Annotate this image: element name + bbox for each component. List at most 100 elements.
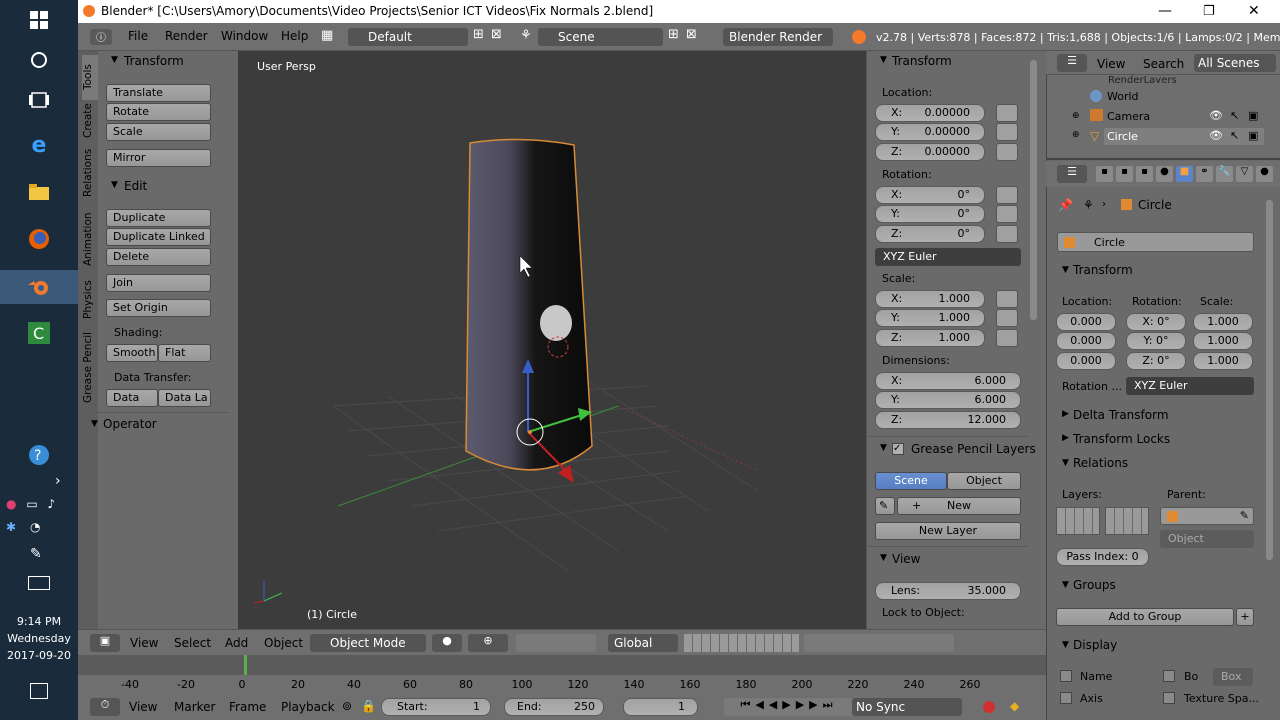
- transform-panel-title[interactable]: Transform: [124, 54, 184, 68]
- tray-flag-icon[interactable]: ●: [6, 497, 16, 511]
- timeline-frame-menu[interactable]: Frame: [229, 700, 266, 714]
- smooth-button[interactable]: Smooth: [106, 344, 158, 362]
- name-checkbox[interactable]: [1060, 670, 1072, 682]
- rotate-button[interactable]: Rotate: [106, 103, 211, 121]
- tab-create[interactable]: Create: [82, 100, 98, 142]
- obj-rotation-mode-select[interactable]: XYZ Euler: [1126, 377, 1254, 395]
- transform-locks-title[interactable]: Transform Locks: [1073, 432, 1170, 446]
- menu-window[interactable]: Window: [221, 29, 268, 43]
- scale-x-field[interactable]: X: 1.000: [875, 290, 985, 308]
- current-frame-indicator[interactable]: [244, 655, 247, 675]
- orientation-select[interactable]: Global: [608, 634, 678, 652]
- tab-tools[interactable]: Tools: [82, 55, 98, 100]
- viewport-view-menu[interactable]: View: [130, 636, 158, 650]
- outliner-item-renderlayers[interactable]: RenderLayers: [1108, 75, 1177, 83]
- playback-controls[interactable]: ⏮◀◀▶▶▶⏭: [724, 698, 854, 716]
- remove-layout-icon[interactable]: ⊠: [491, 27, 502, 42]
- rotation-mode-select[interactable]: XYZ Euler: [875, 248, 1021, 266]
- collapse-arrow-icon[interactable]: ▼: [111, 55, 118, 65]
- layers-grid[interactable]: [1056, 507, 1100, 535]
- expand-icon[interactable]: ⊕: [1072, 111, 1080, 121]
- task-view-icon[interactable]: [22, 85, 56, 115]
- render-camera-icon[interactable]: ▣: [1248, 129, 1258, 142]
- layers-grid[interactable]: [1105, 507, 1149, 535]
- start-frame-field[interactable]: Start: 1: [381, 698, 491, 716]
- outliner-item-camera[interactable]: Camera: [1107, 110, 1150, 123]
- menu-render[interactable]: Render: [165, 29, 208, 43]
- screen-layout-icon[interactable]: ▦: [321, 28, 333, 43]
- bounds-checkbox[interactable]: [1163, 670, 1175, 682]
- obj-scale-z-field[interactable]: 1.000: [1193, 352, 1253, 370]
- translate-button[interactable]: Translate: [106, 84, 211, 102]
- timeline-marker-menu[interactable]: Marker: [174, 700, 215, 714]
- render-tab-icon[interactable]: ▪: [1096, 166, 1113, 182]
- lock-icon[interactable]: [996, 329, 1018, 347]
- clock[interactable]: 9:14 PM Wednesday 2017-09-20: [0, 613, 78, 664]
- n-transform-title[interactable]: Transform: [892, 54, 952, 68]
- lock-icon[interactable]: [996, 123, 1018, 141]
- notifications-icon[interactable]: [30, 683, 48, 699]
- preview-range-icon[interactable]: ⊚: [342, 699, 352, 713]
- data-layout-button[interactable]: Data La: [158, 389, 211, 407]
- outliner-display-mode[interactable]: All Scenes: [1194, 54, 1276, 72]
- lock-icon[interactable]: [996, 205, 1018, 223]
- search-icon[interactable]: [22, 45, 56, 75]
- file-explorer-icon[interactable]: [22, 177, 56, 207]
- parent-type-select[interactable]: Object: [1160, 530, 1254, 548]
- scrollbar[interactable]: [1266, 200, 1273, 560]
- battery-icon[interactable]: ▭: [26, 497, 37, 511]
- axis-checkbox[interactable]: [1060, 692, 1072, 704]
- delete-button[interactable]: Delete: [106, 248, 211, 266]
- sync-mode-select[interactable]: No Sync: [852, 698, 962, 716]
- editor-type-icon[interactable]: ⓘ: [90, 29, 112, 45]
- pin-icon[interactable]: 📌: [1058, 198, 1073, 212]
- lock-icon[interactable]: [996, 104, 1018, 122]
- timeline[interactable]: -40 -20 0 20 40 60 80 100 120 140 160 180 200 220 240 2…: [78, 655, 1046, 695]
- object-tab-icon[interactable]: ■: [1176, 166, 1193, 182]
- obj-scale-x-field[interactable]: 1.000: [1193, 313, 1253, 331]
- maximize-icon[interactable]: ❐: [1203, 0, 1215, 23]
- constraints-tab-icon[interactable]: ⚭: [1196, 166, 1213, 182]
- collapse-arrow-icon[interactable]: ▼: [1062, 640, 1069, 650]
- outliner-editor-icon[interactable]: ☰: [1057, 54, 1087, 72]
- mode-select[interactable]: Object Mode: [310, 634, 426, 652]
- relations-title[interactable]: Relations: [1073, 456, 1128, 470]
- scale-y-field[interactable]: Y: 1.000: [875, 309, 985, 327]
- scene-icon[interactable]: ⚘: [520, 28, 532, 43]
- manipulator-icons[interactable]: [516, 634, 596, 652]
- delta-transform-title[interactable]: Delta Transform: [1073, 408, 1169, 422]
- pivot-icon[interactable]: ⊕: [468, 634, 508, 652]
- menu-file[interactable]: File: [128, 29, 148, 43]
- obj-loc-y-field[interactable]: 0.000: [1056, 332, 1116, 350]
- scene-tab-icon[interactable]: ▪: [1136, 166, 1153, 182]
- current-frame-field[interactable]: 1: [623, 698, 698, 716]
- firefox-icon[interactable]: [22, 224, 56, 254]
- windows-start-icon[interactable]: [22, 5, 56, 35]
- shading-mode-icon[interactable]: ●: [432, 634, 462, 652]
- location-x-field[interactable]: X: 0.00000: [875, 104, 985, 122]
- lock-icon[interactable]: [996, 290, 1018, 308]
- view-panel-title[interactable]: View: [892, 552, 920, 566]
- tab-physics[interactable]: Physics: [82, 277, 98, 322]
- camtasia-icon[interactable]: C: [22, 318, 56, 348]
- keyframe-icon[interactable]: ◆: [1010, 699, 1019, 713]
- collapse-arrow-icon[interactable]: ▼: [1062, 458, 1069, 468]
- render-camera-icon[interactable]: ▣: [1248, 109, 1258, 122]
- outliner-view-menu[interactable]: View: [1097, 57, 1125, 71]
- 3d-viewport[interactable]: User Persp (1) Circle: [238, 51, 866, 629]
- viewport-add-menu[interactable]: Add: [225, 636, 248, 650]
- object-name-field[interactable]: Circle: [1057, 232, 1254, 252]
- expand-arrow-icon[interactable]: ▶: [1062, 433, 1069, 443]
- duplicate-linked-button[interactable]: Duplicate Linked: [106, 228, 211, 246]
- set-origin-button[interactable]: Set Origin: [106, 299, 211, 317]
- collapse-arrow-icon[interactable]: ▼: [880, 443, 887, 453]
- collapse-arrow-icon[interactable]: ▼: [880, 55, 887, 65]
- record-icon[interactable]: [983, 701, 995, 713]
- timeline-playback-menu[interactable]: Playback: [281, 700, 335, 714]
- gp-new-button[interactable]: + New: [897, 497, 1021, 515]
- timeline-view-menu[interactable]: View: [129, 700, 157, 714]
- wifi-icon[interactable]: ◔: [30, 520, 40, 534]
- outliner-search-menu[interactable]: Search: [1143, 57, 1184, 71]
- visibility-eye-icon[interactable]: 👁: [1209, 129, 1223, 142]
- mirror-button[interactable]: Mirror: [106, 149, 211, 167]
